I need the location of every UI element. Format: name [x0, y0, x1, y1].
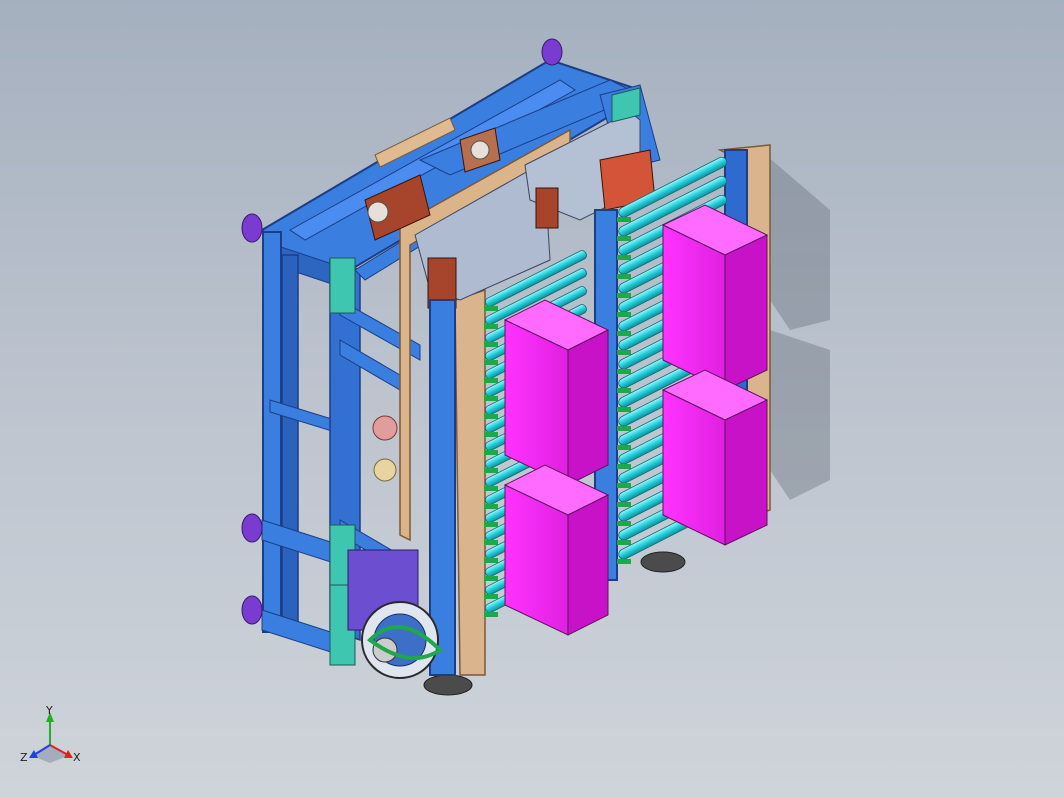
chain-link — [617, 521, 631, 526]
chain-link — [484, 504, 498, 509]
box-left-lower — [503, 464, 610, 636]
chain-link — [484, 324, 498, 329]
foot-left-upper — [241, 213, 263, 243]
chain-link — [617, 483, 631, 488]
box-right-upper — [661, 204, 769, 391]
chain-link — [617, 350, 631, 355]
chain-link — [617, 388, 631, 393]
chain-link — [484, 360, 498, 365]
chain-link — [484, 576, 498, 581]
axis-triad[interactable]: Y X Z — [20, 704, 81, 764]
chain-link — [617, 331, 631, 336]
foot-bottom-right — [640, 551, 686, 573]
chain-link — [617, 255, 631, 260]
chain-link — [617, 445, 631, 450]
chain-link — [484, 612, 498, 617]
chain-link — [617, 236, 631, 241]
chain-link — [617, 312, 631, 317]
chain-link — [617, 217, 631, 222]
box-left-upper — [503, 299, 610, 486]
chain-link — [617, 464, 631, 469]
chain-link — [484, 396, 498, 401]
foot-left-middle — [241, 513, 263, 543]
box-right-lower — [661, 369, 769, 546]
chain-link — [617, 502, 631, 507]
axis-z-label: Z — [20, 751, 28, 764]
axis-y-label: Y — [45, 704, 53, 717]
chain-link — [484, 432, 498, 437]
chain-link — [617, 369, 631, 374]
chain-link — [484, 558, 498, 563]
chain-link — [484, 414, 498, 419]
chain-link — [484, 486, 498, 491]
foot-bottom-front — [423, 674, 473, 696]
chain-link — [617, 407, 631, 412]
model-canvas[interactable]: Y X Z — [0, 0, 1064, 798]
chain-link — [484, 468, 498, 473]
chain-link — [617, 426, 631, 431]
foot-left-lower — [241, 595, 263, 625]
chain-link — [484, 306, 498, 311]
axis-x-label: X — [73, 751, 81, 764]
drive-pulley — [347, 549, 444, 679]
foot-top-rear — [541, 38, 563, 66]
chain-link — [617, 293, 631, 298]
chain-link — [484, 522, 498, 527]
chain-link — [484, 450, 498, 455]
chain-link — [617, 540, 631, 545]
chain-link — [484, 342, 498, 347]
chain-link — [484, 594, 498, 599]
chain-link — [617, 559, 631, 564]
cad-viewport[interactable]: Y X Z — [0, 0, 1064, 798]
chain-link — [484, 378, 498, 383]
chain-link — [617, 274, 631, 279]
chain-link — [484, 540, 498, 545]
